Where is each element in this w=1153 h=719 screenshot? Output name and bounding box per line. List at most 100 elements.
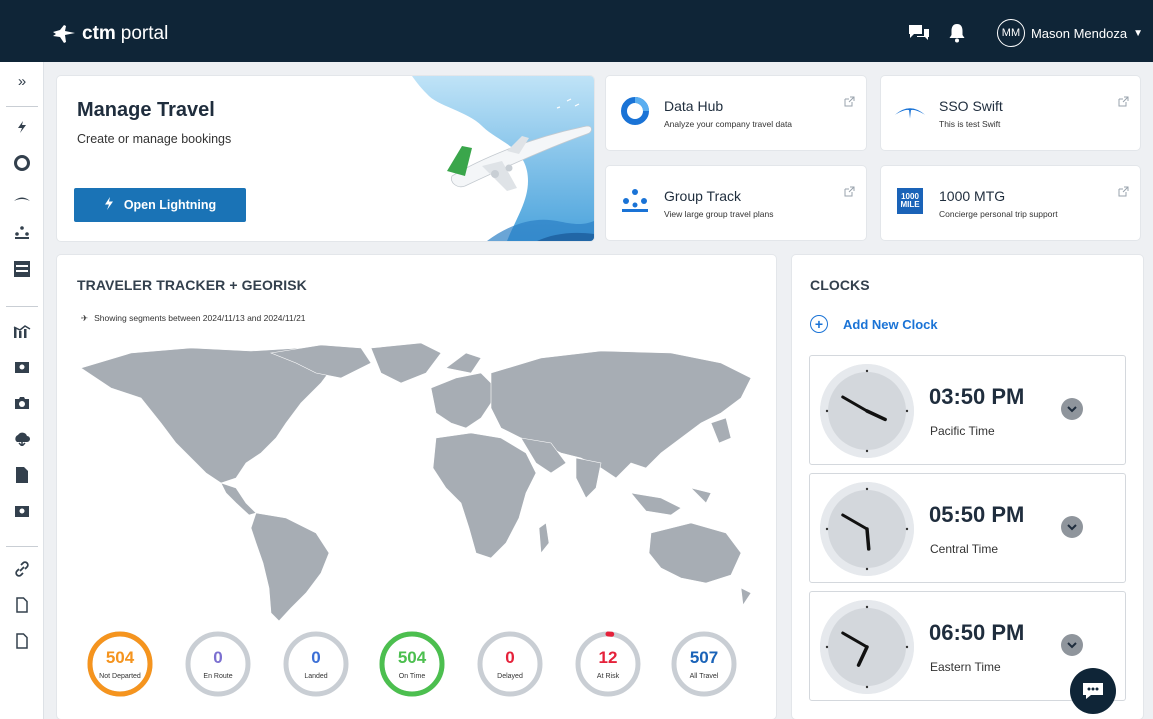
stat-label: Not Departed (99, 672, 141, 680)
group-track-tile[interactable]: Group Track View large group travel plan… (606, 166, 866, 240)
lightning-icon (104, 197, 114, 213)
ctm-portal-logo[interactable]: ctm portal (52, 23, 168, 45)
swift-icon[interactable] (0, 188, 44, 210)
file-icon[interactable] (0, 594, 44, 616)
add-clock-label: Add New Clock (843, 316, 938, 332)
chat-support-button[interactable] (1070, 668, 1116, 714)
external-link-icon[interactable] (844, 186, 855, 197)
analytics-icon[interactable] (0, 320, 44, 342)
clocks-card: CLOCKS + Add New Clock 03:50 PM Pacific … (792, 255, 1143, 719)
stat-landed[interactable]: 0 Landed (283, 631, 349, 697)
sidebar-divider (6, 106, 38, 107)
tracker-title: TRAVELER TRACKER + GEORISK (77, 277, 307, 293)
data-hub-tile[interactable]: Data Hub Analyze your company travel dat… (606, 76, 866, 150)
1000-mtg-tile[interactable]: 1000 MILE 1000 MTG Concierge personal tr… (881, 166, 1140, 240)
stat-at-risk[interactable]: 12 At Risk (575, 631, 641, 697)
stat-value: 12 (598, 647, 618, 667)
chevron-down-icon[interactable] (1061, 516, 1083, 538)
ctm-logo-icon (53, 25, 75, 43)
sso-swift-tile[interactable]: SSO Swift This is test Swift (881, 76, 1140, 150)
file-icon[interactable] (0, 630, 44, 652)
analog-clock-icon (820, 364, 914, 458)
1000-mile-icon: 1000 MILE (897, 188, 923, 214)
user-name[interactable]: Mason Mendoza (1031, 26, 1127, 41)
data-hub-icon[interactable] (0, 152, 44, 174)
tile-subtitle: This is test Swift (939, 119, 1001, 129)
tile-subtitle: View large group travel plans (664, 209, 774, 219)
tile-title: 1000 MTG (939, 188, 1006, 204)
lightning-icon[interactable] (0, 116, 44, 138)
clock-zone: Eastern Time (930, 660, 1001, 674)
segment-text: Showing segments between 2024/11/13 and … (94, 313, 306, 323)
tile-subtitle: Concierge personal trip support (939, 209, 1058, 219)
cloud-download-icon[interactable] (0, 428, 44, 450)
open-lightning-button[interactable]: Open Lightning (74, 188, 246, 222)
group-track-icon[interactable] (0, 222, 44, 244)
swift-icon (895, 96, 925, 126)
travelers-icon[interactable] (0, 500, 44, 522)
expand-chevrons-icon[interactable]: » (0, 70, 44, 92)
external-link-icon[interactable] (1118, 96, 1129, 107)
product-name: portal (120, 23, 169, 44)
1000-mile-icon[interactable] (0, 258, 44, 280)
traveler-tracker-card: TRAVELER TRACKER + GEORISK ✈ Showing segm… (57, 255, 776, 719)
chat-icon[interactable] (907, 21, 931, 45)
clock-zone: Central Time (930, 542, 999, 556)
top-bar: ctm portal MM Mason Mendoza ▼ (0, 0, 1153, 62)
notification-bell-icon[interactable] (945, 21, 969, 45)
airplane-illustration (412, 76, 594, 241)
add-new-clock-button[interactable]: + Add New Clock (810, 315, 938, 333)
data-hub-icon (620, 96, 650, 126)
stat-value: 0 (505, 647, 515, 667)
world-map[interactable] (71, 343, 761, 623)
clocks-title: CLOCKS (810, 277, 870, 293)
stat-label: At Risk (596, 672, 620, 680)
open-lightning-label: Open Lightning (123, 198, 217, 212)
tile-subtitle: Analyze your company travel data (664, 119, 793, 129)
brand-name: ctm (82, 23, 116, 44)
tile-title: Data Hub (664, 98, 724, 114)
avatar[interactable]: MM (996, 19, 1025, 47)
travelers-icon[interactable] (0, 356, 44, 378)
clock-card[interactable]: 03:50 PM Pacific Time (809, 355, 1126, 465)
caret-down-icon[interactable]: ▼ (1133, 28, 1143, 39)
stat-all-travel[interactable]: 507 All Travel (671, 631, 737, 697)
stat-label: On Time (398, 672, 426, 680)
segment-range-note: ✈ Showing segments between 2024/11/13 and… (81, 313, 306, 324)
stat-en-route[interactable]: 0 En Route (185, 631, 251, 697)
manage-travel-title: Manage Travel (77, 99, 215, 121)
plane-icon: ✈ (81, 313, 89, 323)
camera-icon[interactable] (0, 392, 44, 414)
chevron-down-icon[interactable] (1061, 634, 1083, 656)
badge-word: MILE (900, 200, 920, 209)
stat-delayed[interactable]: 0 Delayed (477, 631, 543, 697)
sidebar-divider (6, 306, 38, 307)
chat-bubble-icon (1083, 683, 1103, 699)
group-track-icon (620, 186, 650, 216)
external-link-icon[interactable] (1118, 186, 1129, 197)
stat-value: 0 (311, 647, 321, 667)
clock-card[interactable]: 05:50 PM Central Time (809, 473, 1126, 583)
chevron-down-icon[interactable] (1061, 398, 1083, 420)
document-icon[interactable] (0, 464, 44, 486)
clock-time: 05:50 PM (929, 502, 1025, 527)
manage-travel-card: Manage Travel Create or manage bookings … (57, 76, 594, 241)
stat-on-time[interactable]: 504 On Time (379, 631, 445, 697)
sidebar: » (0, 62, 44, 719)
clock-time: 03:50 PM (929, 384, 1025, 409)
stat-label: Landed (304, 672, 328, 680)
link-icon[interactable] (0, 558, 44, 580)
stat-value: 504 (105, 647, 135, 667)
analog-clock-icon (820, 482, 914, 576)
external-link-icon[interactable] (844, 96, 855, 107)
sidebar-divider (6, 546, 38, 547)
clock-zone: Pacific Time (930, 424, 995, 438)
tile-title: Group Track (664, 188, 742, 204)
tile-title: SSO Swift (939, 98, 1003, 114)
clock-time: 06:50 PM (929, 620, 1025, 645)
plus-icon: + (810, 315, 828, 333)
stat-label: All Travel (689, 672, 719, 680)
stat-value: 0 (213, 647, 223, 667)
stat-not-departed[interactable]: 504 Not Departed (87, 631, 153, 697)
stat-label: Delayed (497, 672, 523, 680)
